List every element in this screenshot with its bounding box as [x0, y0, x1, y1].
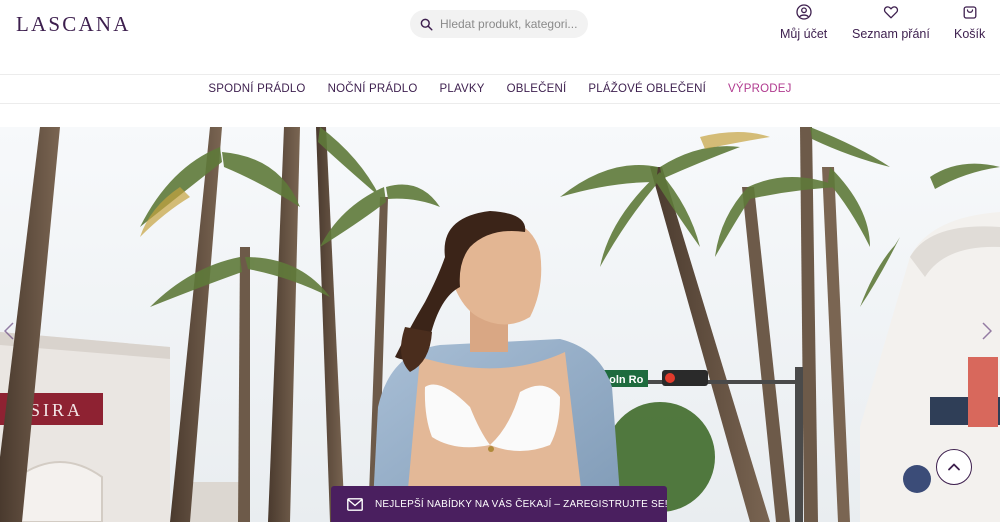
brand-logo[interactable]: LASCANA — [16, 12, 131, 37]
promo-text: NEJLEPŠÍ NABÍDKY NA VÁS ČEKAJÍ – ZAREGIS… — [375, 498, 668, 510]
newsletter-promo-bar[interactable]: NEJLEPŠÍ NABÍDKY NA VÁS ČEKAJÍ – ZAREGIS… — [331, 486, 667, 522]
wishlist-link[interactable]: Seznam přání — [852, 4, 930, 41]
hero-prev-arrow[interactable] — [3, 322, 14, 346]
nav-item-beachwear[interactable]: PLÁŽOVÉ OBLEČENÍ — [588, 83, 706, 95]
wishlist-label: Seznam přání — [852, 27, 930, 41]
chevron-up-icon — [948, 463, 960, 471]
main-navigation: SPODNÍ PRÁDLO NOČNÍ PRÁDLO PLAVKY OBLEČE… — [0, 74, 1000, 104]
search-bar[interactable] — [410, 10, 588, 38]
storefront-sign-text: SIRA — [30, 400, 83, 420]
scroll-to-top-button[interactable] — [936, 449, 972, 485]
nav-item-nightwear[interactable]: NOČNÍ PRÁDLO — [328, 83, 418, 95]
chevron-right-icon — [982, 322, 993, 340]
nav-item-swimwear[interactable]: PLAVKY — [440, 83, 485, 95]
nav-item-sale[interactable]: VÝPRODEJ — [728, 83, 792, 95]
account-link[interactable]: Můj účet — [780, 4, 827, 41]
cart-link[interactable]: Košík — [954, 4, 985, 41]
nav-item-underwear[interactable]: SPODNÍ PRÁDLO — [208, 83, 305, 95]
hero-image: SIRA coln Ro — [0, 127, 1000, 522]
search-icon — [420, 18, 433, 31]
hero-next-arrow[interactable] — [982, 322, 993, 346]
shopping-bag-icon — [963, 6, 977, 19]
chevron-left-icon — [3, 322, 14, 340]
heart-icon — [883, 6, 899, 19]
hero-banner[interactable]: SIRA coln Ro — [0, 127, 1000, 522]
mail-icon — [347, 497, 363, 511]
cart-label: Košík — [954, 27, 986, 41]
search-input[interactable] — [440, 17, 580, 31]
site-header: LASCANA Můj účet Seznam přání Košík — [0, 0, 1000, 74]
user-circle-icon — [795, 4, 812, 20]
nav-item-clothing[interactable]: OBLEČENÍ — [507, 83, 567, 95]
account-label: Můj účet — [780, 27, 828, 41]
